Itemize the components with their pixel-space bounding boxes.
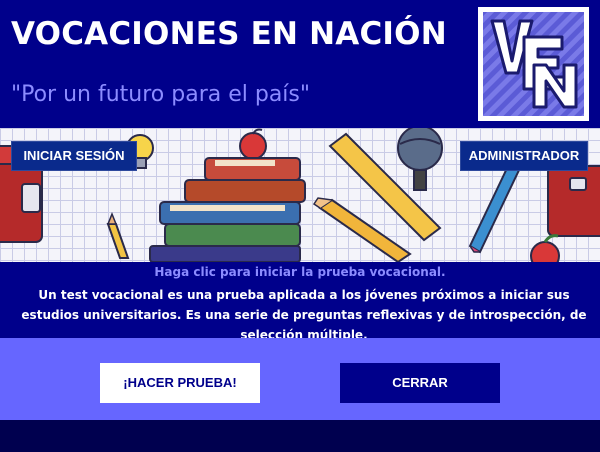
- pen-illustration: [468, 160, 522, 254]
- close-button[interactable]: CERRAR: [340, 363, 500, 403]
- take-test-button[interactable]: ¡HACER PRUEBA!: [100, 363, 260, 403]
- apple-right-illustration: [530, 234, 560, 262]
- info-heading: Haga clic para iniciar la prueba vocacio…: [154, 265, 446, 279]
- page-title: VOCACIONES EN NACIÓN: [11, 16, 447, 52]
- header: VOCACIONES EN NACIÓN "Por un futuro para…: [0, 0, 600, 128]
- page: VOCACIONES EN NACIÓN "Por un futuro para…: [0, 0, 600, 452]
- apple-illustration: [239, 128, 267, 160]
- globe-illustration: [397, 128, 443, 191]
- action-bar: ¡HACER PRUEBA! CERRAR: [0, 338, 600, 420]
- pencil-left-illustration: [106, 211, 130, 259]
- books-illustration: [149, 157, 306, 262]
- footer-bar: [0, 420, 600, 452]
- ven-logo: [478, 7, 589, 121]
- briefcase-right-illustration: [547, 165, 600, 237]
- info-panel: Haga clic para iniciar la prueba vocacio…: [0, 262, 600, 342]
- tagline: "Por un futuro para el país": [11, 82, 310, 107]
- admin-button[interactable]: ADMINISTRADOR: [460, 141, 588, 171]
- login-button[interactable]: INICIAR SESIÓN: [11, 141, 137, 171]
- info-description: Un test vocacional es una prueba aplicad…: [21, 288, 587, 342]
